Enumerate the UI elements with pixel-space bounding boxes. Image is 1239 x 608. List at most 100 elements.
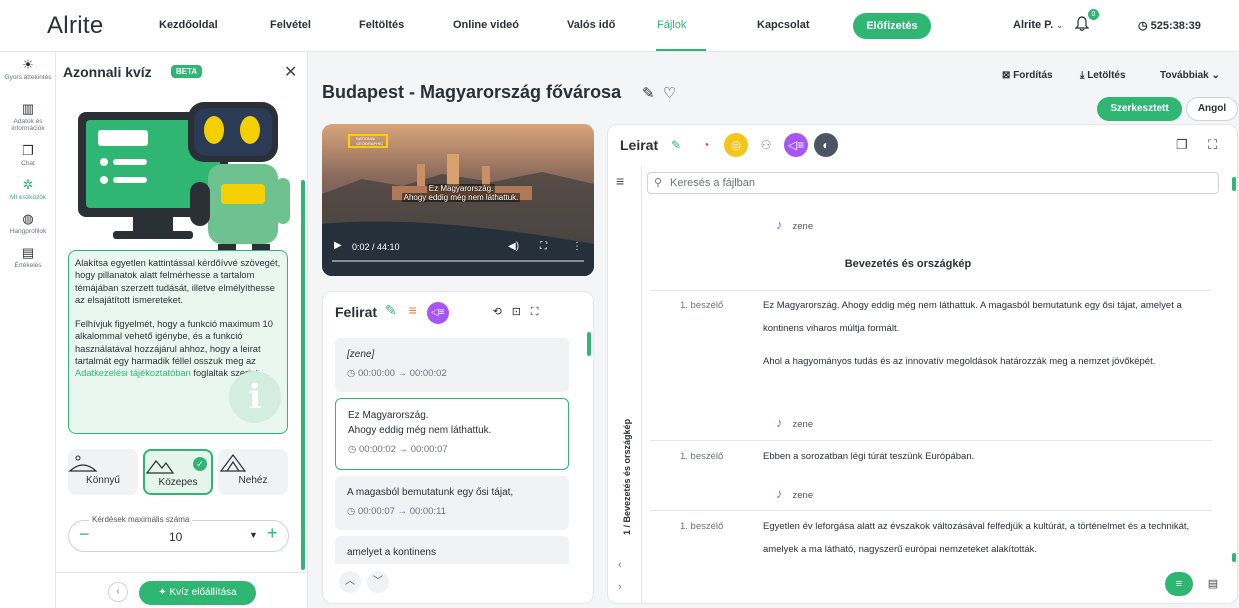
rail-data-info[interactable]: ▥ Adatok és információk — [0, 102, 56, 133]
quiz-info-box: Alakítsa egyetlen kattintással kérdőívvé… — [68, 250, 288, 434]
edit-pencil-icon[interactable]: ✎ — [385, 302, 397, 318]
list-view-icon[interactable]: ▤ — [1199, 572, 1227, 596]
nav-online-video[interactable]: Online videó — [453, 19, 519, 31]
speaker-voices-icon[interactable]: ⚇ — [754, 133, 778, 157]
rail-ai-tools[interactable]: ✲ MI eszközök — [0, 178, 56, 202]
play-icon[interactable]: ▶ — [334, 240, 342, 251]
speaker-label[interactable]: 1. beszélő — [680, 521, 723, 532]
subtitles-title: Felirat — [335, 304, 378, 320]
expand-icon[interactable]: ⛶ — [531, 306, 539, 318]
logo[interactable]: Alrite — [47, 12, 103, 40]
top-navigation: Alrite Kezdőoldal Felvétel Feltöltés Onl… — [0, 0, 1239, 52]
paragraph-view-icon[interactable]: ≡ — [1165, 572, 1193, 596]
decrement-button[interactable]: − — [79, 524, 90, 545]
previous-cue-button[interactable]: ︿ — [339, 571, 361, 593]
difficulty-easy[interactable]: Könnyű — [68, 449, 138, 495]
chevron-left-icon[interactable]: ‹ — [618, 559, 622, 571]
nav-files[interactable]: Fájlok — [657, 19, 686, 31]
file-title: Budapest - Magyarország fővárosa — [322, 82, 622, 102]
copy-icon[interactable]: ❐ — [1176, 137, 1188, 153]
difficulty-medium[interactable]: ✓ Közepes — [143, 449, 213, 495]
edit-pencil-icon[interactable]: ✎ — [642, 85, 655, 102]
subtitles-scrollbar[interactable] — [587, 332, 591, 560]
language-button[interactable]: Angol — [1186, 97, 1238, 121]
max-questions-value[interactable]: 10 — [169, 530, 182, 544]
volume-icon[interactable]: ◀) — [508, 241, 519, 252]
video-time: 0:02 / 44:10 — [352, 242, 400, 252]
transcript-paragraph[interactable]: Ez Magyarország. Ahogy eddig még nem lát… — [763, 294, 1213, 340]
rail-chat[interactable]: ❐ Chat — [0, 144, 56, 168]
speed-gauge-icon[interactable]: ◔ — [694, 133, 718, 157]
more-menu[interactable]: Továbbiak ⌄ — [1160, 70, 1220, 81]
chevron-down-icon: ⌄ — [1056, 21, 1063, 30]
clock-icon: ◷ — [347, 368, 356, 379]
menu-icon[interactable]: ≡ — [616, 173, 624, 189]
mountain-medium-icon — [145, 460, 175, 474]
export-icon[interactable]: ⊡ — [512, 306, 521, 318]
rail-rating[interactable]: ▤ Értékelés — [0, 245, 56, 270]
natgeo-logo: NATIONAL GEOGRAPHIC — [348, 134, 388, 148]
difficulty-hard[interactable]: Nehéz — [218, 449, 288, 495]
rail-quick-overview[interactable]: ☀ Gyors áttekintés — [0, 58, 56, 82]
back-button[interactable]: ‹ — [108, 582, 128, 602]
fullscreen-icon[interactable]: ⛶ — [540, 241, 547, 252]
video-controls: ▶ 0:02 / 44:10 ◀) ⛶ ⋮ — [322, 236, 594, 276]
bell-icon[interactable] — [1075, 16, 1089, 32]
rating-icon: ▤ — [21, 245, 35, 260]
subtitle-cue[interactable]: amelyet a kontinens — [335, 536, 569, 564]
nav-upload[interactable]: Feltöltés — [359, 19, 404, 31]
translate-button[interactable]: ⊠ Fordítás — [1002, 70, 1053, 81]
chapter-vertical-label[interactable]: 1 / Bevezetés és országkép — [622, 419, 632, 535]
audio-wave-icon[interactable]: ◁≡ — [784, 133, 808, 157]
subtitle-cue-active[interactable]: Ez Magyarország. Ahogy eddig még nem lát… — [335, 398, 569, 470]
expand-icon[interactable]: ⛶ — [1208, 137, 1217, 153]
transcript-paragraph[interactable]: Ebben a sorozatban légi túrát teszünk Eu… — [763, 445, 1213, 468]
privacy-policy-link[interactable]: Adatkezelési tájékoztatóban — [75, 368, 191, 378]
music-marker: ♪ zene — [776, 217, 814, 232]
video-player[interactable]: NATIONAL GEOGRAPHIC Ez Magyarország. Ahog… — [322, 124, 594, 276]
chevron-right-icon[interactable]: › — [618, 581, 622, 593]
max-questions-stepper[interactable]: Kérdések maximális száma − 10 ▼ + — [68, 515, 289, 552]
ai-assistant-icon[interactable]: ◐ — [814, 133, 838, 157]
quiz-footer: ‹ ✦ Kvíz előállítása — [56, 572, 308, 608]
transcript-paragraph[interactable]: Egyetlen év leforgása alatt az évszakok … — [763, 515, 1213, 561]
rail-voice-profiles[interactable]: ◍ Hangprofilok — [0, 212, 56, 236]
left-rail: ☀ Gyors áttekintés ▥ Adatok és információk… — [0, 52, 56, 608]
dropdown-arrow-icon[interactable]: ▼ — [249, 530, 258, 540]
transcript-title: Leirat — [620, 137, 659, 153]
user-menu[interactable]: Alrite P. ⌄ — [1013, 19, 1063, 31]
edit-pencil-icon[interactable]: ✎ — [664, 133, 688, 157]
speaker-label[interactable]: 1. beszélő — [680, 300, 723, 311]
subtitle-style-icon[interactable]: ≡ — [409, 302, 417, 318]
audio-wave-icon[interactable]: ◁≡ — [426, 302, 449, 324]
search-input[interactable] — [670, 175, 1210, 191]
edited-version-button[interactable]: Szerkesztett — [1097, 97, 1182, 121]
next-cue-button[interactable]: ﹀ — [367, 571, 389, 593]
nav-realtime[interactable]: Valós idő — [567, 19, 615, 31]
subscribe-button[interactable]: Előfizetés — [853, 13, 931, 39]
heart-icon[interactable]: ♡ — [663, 85, 676, 102]
music-marker: ♪ zene — [776, 486, 814, 501]
transcript-scrollbar[interactable] — [1232, 177, 1236, 562]
close-icon[interactable]: ✕ — [284, 62, 297, 82]
music-marker: ♪ zene — [776, 415, 814, 430]
subtitle-cue[interactable]: [zene] ◷ 00:00:00 → 00:00:02 — [335, 338, 569, 392]
increment-button[interactable]: + — [267, 523, 278, 544]
check-icon: ✓ — [193, 457, 207, 471]
nav-contact[interactable]: Kapcsolat — [757, 19, 810, 31]
quiz-scroll-thumb[interactable] — [301, 180, 305, 570]
video-progress-bar[interactable] — [332, 260, 584, 262]
download-button[interactable]: ⤓ Letöltés — [1080, 70, 1126, 81]
speaker-label[interactable]: 1. beszélő — [680, 451, 723, 462]
subtitles-toolbar: ✎ ≡ ◁≡ ⟲ ⊡ ⛶ — [385, 302, 539, 324]
music-note-icon: ♪ — [776, 486, 783, 501]
nav-recording[interactable]: Felvétel — [270, 19, 311, 31]
refresh-icon[interactable]: ⟲ — [493, 306, 502, 318]
generate-quiz-button[interactable]: ✦ Kvíz előállítása — [139, 581, 256, 605]
nav-home[interactable]: Kezdőoldal — [159, 19, 218, 31]
highlight-icon[interactable]: ◎ — [724, 133, 748, 157]
subtitle-cue[interactable]: A magasból bemutatunk egy ősi tájat, ◷ 0… — [335, 476, 569, 530]
transcript-paragraph[interactable]: Ahol a hagyományos tudás és az innovatív… — [763, 350, 1213, 373]
info-icon: i — [229, 371, 281, 423]
more-options-icon[interactable]: ⋮ — [572, 241, 582, 252]
